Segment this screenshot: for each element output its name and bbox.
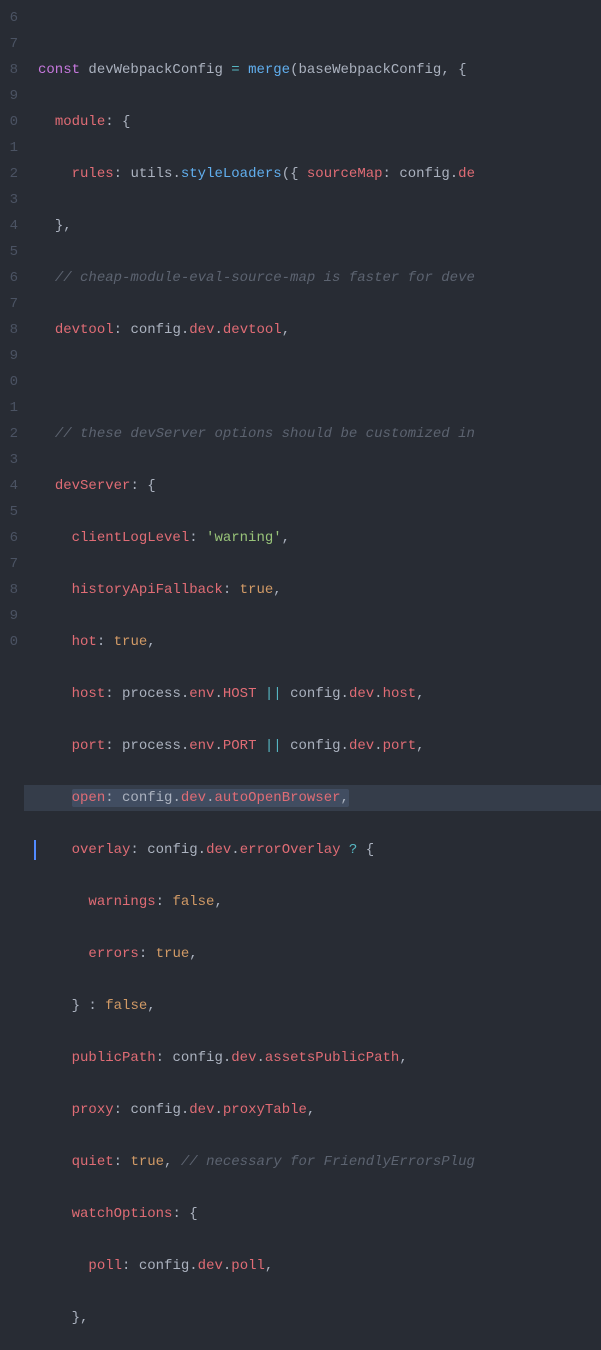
line-num: 7 [0, 31, 18, 57]
code-line[interactable]: rules: utils.styleLoaders({ sourceMap: c… [24, 161, 601, 187]
line-num: 0 [0, 629, 18, 655]
code-line[interactable]: devServer: { [24, 473, 601, 499]
line-num: 8 [0, 317, 18, 343]
code-line[interactable]: }, [24, 213, 601, 239]
line-num: 6 [0, 265, 18, 291]
code-line[interactable]: clientLogLevel: 'warning', [24, 525, 601, 551]
line-num: 2 [0, 421, 18, 447]
code-line[interactable]: proxy: config.dev.proxyTable, [24, 1097, 601, 1123]
line-num: 9 [0, 83, 18, 109]
text-cursor [34, 840, 36, 860]
code-line[interactable]: }, [24, 1305, 601, 1331]
line-num: 4 [0, 213, 18, 239]
line-num: 2 [0, 161, 18, 187]
line-num: 7 [0, 291, 18, 317]
code-line[interactable]: watchOptions: { [24, 1201, 601, 1227]
line-num: 6 [0, 525, 18, 551]
code-line[interactable]: // cheap-module-eval-source-map is faste… [24, 265, 601, 291]
code-line[interactable]: historyApiFallback: true, [24, 577, 601, 603]
line-num: 6 [0, 5, 18, 31]
code-area[interactable]: const devWebpackConfig = merge(baseWebpa… [24, 0, 601, 675]
line-num: 0 [0, 369, 18, 395]
code-line[interactable]: publicPath: config.dev.assetsPublicPath, [24, 1045, 601, 1071]
search-match: open: config.dev.autoOpenBrowser, [72, 789, 349, 807]
line-num: 5 [0, 499, 18, 525]
line-num: 1 [0, 135, 18, 161]
code-line[interactable]: hot: true, [24, 629, 601, 655]
code-line-highlighted[interactable]: open: config.dev.autoOpenBrowser, [24, 785, 601, 811]
line-num: 8 [0, 57, 18, 83]
line-num: 4 [0, 473, 18, 499]
line-num: 8 [0, 577, 18, 603]
code-line[interactable] [24, 369, 601, 395]
code-line[interactable]: warnings: false, [24, 889, 601, 915]
line-num: 3 [0, 187, 18, 213]
code-line[interactable]: poll: config.dev.poll, [24, 1253, 601, 1279]
line-num: 9 [0, 603, 18, 629]
code-line[interactable]: host: process.env.HOST || config.dev.hos… [24, 681, 601, 707]
code-editor[interactable]: 6 7 8 9 0 1 2 3 4 5 6 7 8 9 0 1 2 3 4 5 … [0, 0, 601, 675]
code-line[interactable]: // these devServer options should be cus… [24, 421, 601, 447]
code-line[interactable]: overlay: config.dev.errorOverlay ? { [24, 837, 601, 863]
line-num: 3 [0, 447, 18, 473]
code-line[interactable]: } : false, [24, 993, 601, 1019]
code-line[interactable]: const devWebpackConfig = merge(baseWebpa… [24, 57, 601, 83]
line-num: 0 [0, 109, 18, 135]
line-num: 1 [0, 395, 18, 421]
code-line[interactable]: errors: true, [24, 941, 601, 967]
code-line[interactable]: quiet: true, // necessary for FriendlyEr… [24, 1149, 601, 1175]
line-number-gutter: 6 7 8 9 0 1 2 3 4 5 6 7 8 9 0 1 2 3 4 5 … [0, 0, 24, 675]
code-line[interactable]: port: process.env.PORT || config.dev.por… [24, 733, 601, 759]
code-line[interactable]: module: { [24, 109, 601, 135]
line-num: 7 [0, 551, 18, 577]
line-num: 5 [0, 239, 18, 265]
line-num: 9 [0, 343, 18, 369]
code-line[interactable]: devtool: config.dev.devtool, [24, 317, 601, 343]
